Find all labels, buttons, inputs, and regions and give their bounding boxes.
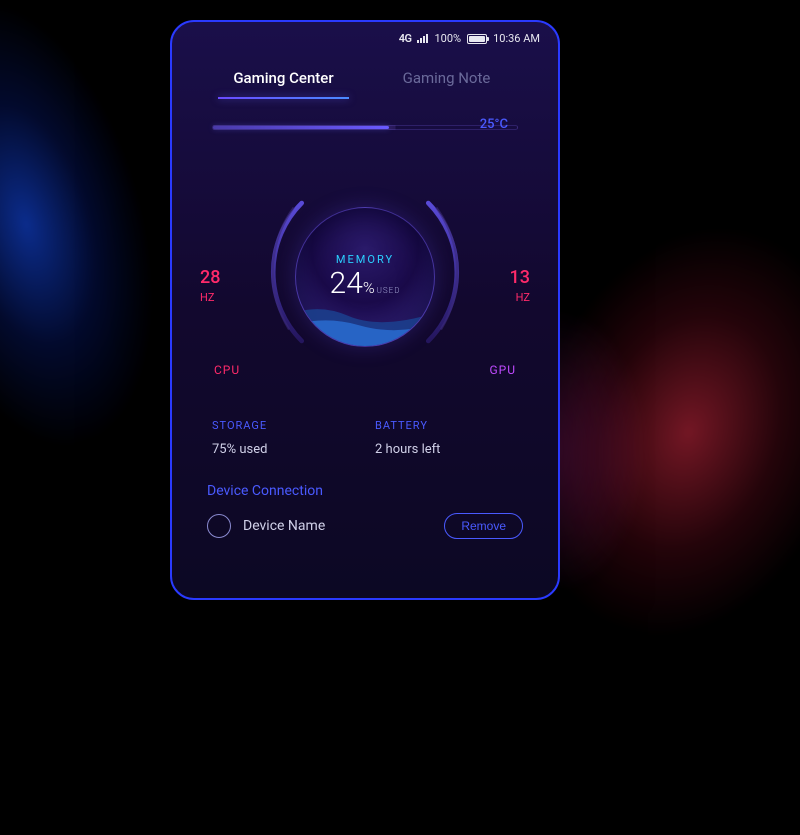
cpu-value: 28	[200, 265, 220, 290]
network-indicator: 4G	[399, 32, 412, 45]
memory-percent-sign: %	[363, 278, 375, 297]
temperature-value: 25°C	[480, 117, 508, 132]
device-connection-title: Device Connection	[172, 457, 558, 499]
wave-front	[295, 301, 435, 347]
battery-value: 2 hours left	[375, 442, 518, 457]
battery-icon	[467, 34, 487, 44]
gpu-label: GPU	[489, 363, 516, 377]
device-row: Device Name Remove	[172, 499, 558, 539]
memory-number: 24	[330, 266, 363, 301]
bottom-stats: STORAGE 75% used BATTERY 2 hours left	[172, 405, 558, 457]
phone-frame: 4G 100% 10:36 AM Gaming Center Gaming No…	[170, 20, 560, 600]
gauge-area: 28 HZ 13 HZ CPU GPU MEMORY 24% USED	[172, 145, 558, 405]
battery-percent: 100%	[434, 32, 461, 45]
memory-used-label: USED	[377, 286, 401, 295]
tabs: Gaming Center Gaming Note	[172, 51, 558, 99]
tab-gaming-note[interactable]: Gaming Note	[365, 69, 528, 99]
storage-label: STORAGE	[212, 419, 355, 432]
gpu-stat: 13 HZ	[510, 265, 530, 306]
device-icon	[207, 514, 231, 538]
memory-orb[interactable]: MEMORY 24% USED	[295, 207, 435, 347]
remove-button[interactable]: Remove	[444, 513, 523, 539]
memory-value: 24% USED	[330, 266, 401, 301]
battery-label: BATTERY	[375, 419, 518, 432]
cpu-stat: 28 HZ	[200, 265, 220, 306]
battery-stat: BATTERY 2 hours left	[375, 419, 518, 457]
storage-stat: STORAGE 75% used	[212, 419, 355, 457]
signal-icon	[417, 34, 428, 43]
temperature-track	[212, 125, 518, 130]
memory-label: MEMORY	[336, 253, 394, 266]
gpu-unit: HZ	[510, 290, 530, 305]
gpu-value: 13	[510, 265, 530, 290]
status-bar: 4G 100% 10:36 AM	[172, 22, 558, 51]
storage-value: 75% used	[212, 442, 355, 457]
cpu-label: CPU	[214, 363, 240, 377]
temperature-bar: 25°C	[212, 119, 518, 135]
cpu-unit: HZ	[200, 290, 220, 305]
clock: 10:36 AM	[493, 32, 540, 45]
tab-gaming-center[interactable]: Gaming Center	[202, 69, 365, 99]
device-name: Device Name	[243, 518, 325, 534]
